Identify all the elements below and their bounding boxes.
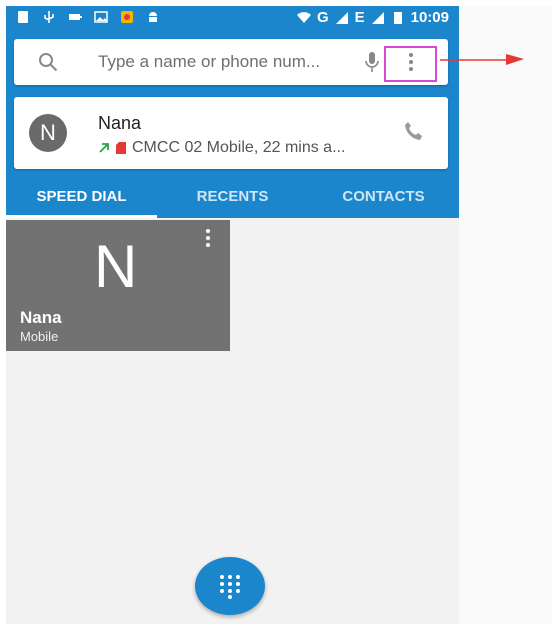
battery-small-icon — [69, 14, 82, 20]
tile-initial: N — [94, 233, 138, 300]
image-icon — [94, 11, 108, 23]
more-vert-icon[interactable] — [202, 228, 214, 248]
contact-detail-text: CMCC 02 Mobile, 22 mins a... — [132, 139, 346, 156]
highlight-box — [384, 46, 437, 82]
sim-icon — [18, 11, 28, 23]
phone-screen: G E 10:09 Type a name or phone num... N … — [6, 6, 459, 624]
avatar: N — [29, 114, 67, 152]
recent-contact-card[interactable]: N Nana CMCC 02 Mobile, 22 mins a... — [14, 97, 448, 169]
dialpad-button[interactable] — [195, 557, 265, 615]
search-input[interactable]: Type a name or phone num... — [98, 52, 358, 72]
signal-icon — [335, 11, 348, 24]
tab-speed-dial[interactable]: SPEED DIAL — [6, 182, 157, 218]
dialpad-icon — [220, 575, 240, 599]
android-icon — [149, 12, 157, 22]
tab-recents[interactable]: RECENTS — [157, 182, 308, 218]
network-type: G — [316, 9, 329, 26]
tab-contacts[interactable]: CONTACTS — [308, 182, 459, 218]
clock: 10:09 — [410, 9, 449, 26]
search-bar[interactable]: Type a name or phone num... — [14, 39, 448, 85]
search-icon[interactable] — [38, 52, 58, 72]
mic-icon[interactable] — [364, 51, 380, 73]
tile-name: Nana — [20, 308, 62, 327]
tab-bar: SPEED DIAL RECENTS CONTACTS — [6, 182, 459, 218]
usb-icon — [44, 11, 54, 23]
network-type-2: E — [354, 9, 365, 26]
contact-name: Nana — [98, 113, 142, 133]
sim-card-icon — [116, 142, 126, 154]
pointer-arrow — [440, 54, 524, 65]
battery-icon — [393, 11, 402, 24]
contact-detail: CMCC 02 Mobile, 22 mins a... — [98, 139, 345, 157]
blank-panel — [459, 6, 552, 624]
outgoing-call-icon — [99, 143, 109, 153]
status-bar: G E 10:09 — [6, 6, 459, 32]
call-icon[interactable] — [402, 119, 426, 143]
app-icon — [121, 11, 133, 23]
tile-type: Mobile — [20, 329, 59, 344]
signal-icon — [371, 11, 384, 24]
speed-dial-tile[interactable]: N Nana Mobile — [6, 220, 230, 351]
wifi-icon — [296, 11, 311, 23]
